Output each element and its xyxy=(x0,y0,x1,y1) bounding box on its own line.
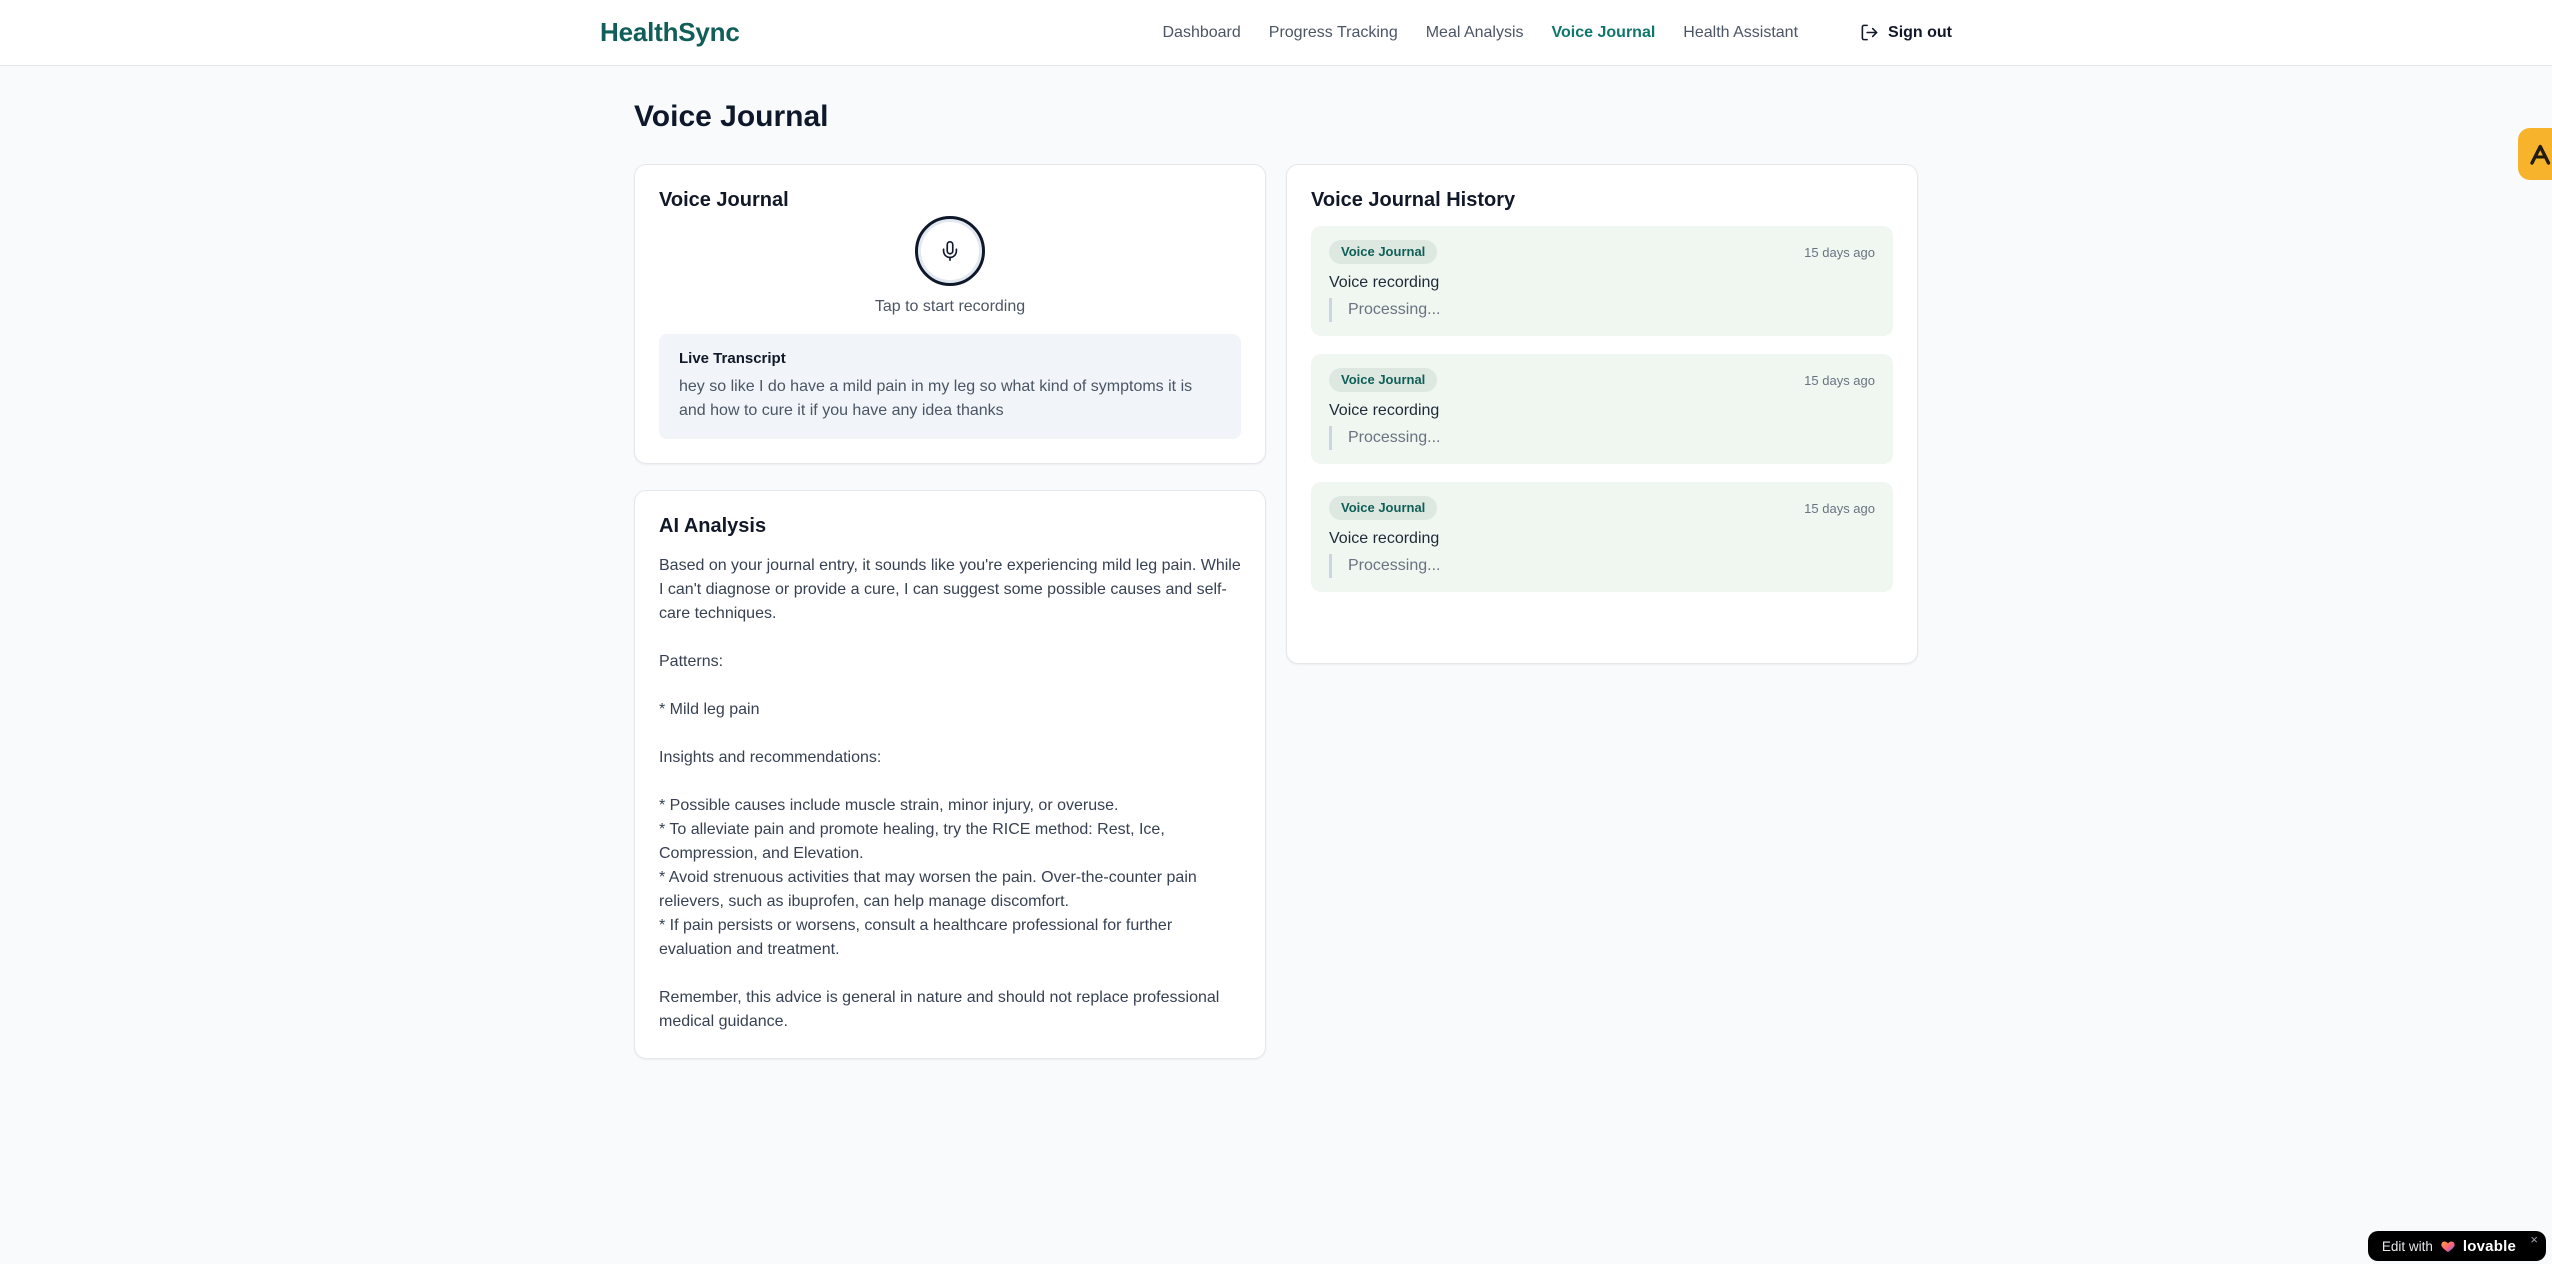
sign-out-label: Sign out xyxy=(1888,23,1952,41)
history-card: Voice Journal History Voice Journal 15 d… xyxy=(1286,164,1918,664)
gradient-heart-icon xyxy=(2440,1239,2456,1254)
history-entry[interactable]: Voice Journal 15 days ago Voice recordin… xyxy=(1311,482,1893,592)
app-header: HealthSync Dashboard Progress Tracking Mea… xyxy=(0,0,2552,66)
entry-status: Processing... xyxy=(1329,298,1875,322)
history-entry[interactable]: Voice Journal 15 days ago Voice recordin… xyxy=(1311,354,1893,464)
main-nav: Dashboard Progress Tracking Meal Analysis V… xyxy=(1163,23,1953,42)
history-entry-header: Voice Journal 15 days ago xyxy=(1329,496,1875,520)
lambda-logo-icon xyxy=(2526,139,2552,169)
edit-badge-brand: lovable xyxy=(2462,1237,2516,1255)
nav-links: Dashboard Progress Tracking Meal Analysis V… xyxy=(1163,24,1799,42)
entry-label: Voice recording xyxy=(1329,402,1440,419)
right-column: Voice Journal History Voice Journal 15 d… xyxy=(1286,164,1918,664)
nav-link-health-assistant[interactable]: Health Assistant xyxy=(1683,24,1798,42)
live-transcript-box: Live Transcript hey so like I do have a … xyxy=(659,334,1241,439)
history-entry-list: Voice Journal 15 days ago Voice recordin… xyxy=(1311,226,1893,592)
voice-recorder-card: Voice Journal Tap to start recording Liv… xyxy=(634,164,1266,464)
entry-status: Processing... xyxy=(1329,554,1875,578)
transcript-text: hey so like I do have a mild pain in my … xyxy=(679,378,1193,419)
edit-with-lovable-badge[interactable]: Edit with lovable × xyxy=(2367,1231,2546,1261)
analysis-card-title: AI Analysis xyxy=(659,515,767,537)
content-columns: Voice Journal Tap to start recording Liv… xyxy=(634,164,1918,1059)
history-entry-header: Voice Journal 15 days ago xyxy=(1329,240,1875,264)
nav-link-progress-tracking[interactable]: Progress Tracking xyxy=(1269,24,1398,42)
logout-icon xyxy=(1860,23,1879,42)
entry-status: Processing... xyxy=(1329,426,1875,450)
record-button[interactable] xyxy=(915,216,985,286)
main-content: Voice Journal Voice Journal Tap to start… xyxy=(634,66,1918,1059)
entry-type-badge: Voice Journal xyxy=(1329,496,1438,520)
edit-badge-close-icon[interactable]: × xyxy=(2530,1233,2538,1246)
ai-analysis-card: AI Analysis Based on your journal entry,… xyxy=(634,490,1266,1059)
edit-badge-prefix: Edit with xyxy=(2381,1238,2433,1254)
nav-link-dashboard[interactable]: Dashboard xyxy=(1163,24,1241,42)
feedback-widget-button[interactable] xyxy=(2518,128,2552,180)
entry-timestamp: 15 days ago xyxy=(1804,372,1875,388)
nav-link-voice-journal[interactable]: Voice Journal xyxy=(1552,24,1656,42)
entry-type-badge: Voice Journal xyxy=(1329,240,1438,264)
app-logo[interactable]: HealthSync xyxy=(600,17,740,48)
page-title: Voice Journal xyxy=(634,100,829,133)
tap-hint: Tap to start recording xyxy=(874,298,1026,315)
history-entry[interactable]: Voice Journal 15 days ago Voice recordin… xyxy=(1311,226,1893,336)
microphone-icon xyxy=(939,240,961,262)
nav-link-meal-analysis[interactable]: Meal Analysis xyxy=(1426,24,1524,42)
history-entry-header: Voice Journal 15 days ago xyxy=(1329,368,1875,392)
entry-label: Voice recording xyxy=(1329,530,1440,547)
transcript-title: Live Transcript xyxy=(679,350,786,367)
left-column: Voice Journal Tap to start recording Liv… xyxy=(634,164,1266,1059)
header-container: HealthSync Dashboard Progress Tracking Mea… xyxy=(600,0,1952,65)
recorder-card-title: Voice Journal xyxy=(659,189,789,211)
entry-timestamp: 15 days ago xyxy=(1804,244,1875,260)
sign-out-button[interactable]: Sign out xyxy=(1860,23,1952,42)
analysis-body-text: Based on your journal entry, it sounds l… xyxy=(659,557,1241,1030)
entry-timestamp: 15 days ago xyxy=(1804,500,1875,516)
mic-section: Tap to start recording xyxy=(659,216,1241,316)
entry-type-badge: Voice Journal xyxy=(1329,368,1438,392)
history-card-title: Voice Journal History xyxy=(1311,189,1516,211)
entry-label: Voice recording xyxy=(1329,274,1440,291)
